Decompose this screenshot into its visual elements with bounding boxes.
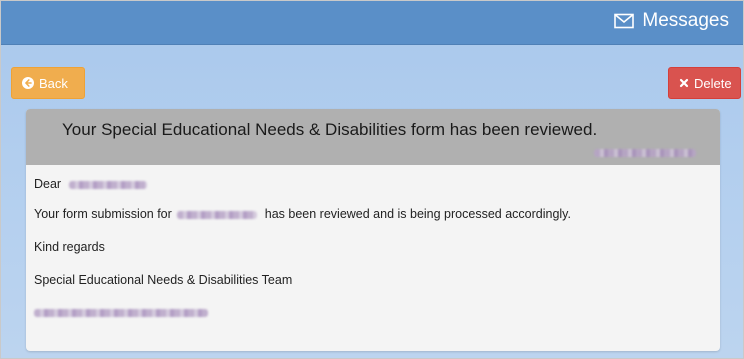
closing-line: Kind regards	[34, 240, 105, 254]
messages-title[interactable]: Messages	[614, 10, 729, 32]
greeting-text: Dear	[34, 177, 62, 191]
body-suffix-text: has been reviewed and is being processed…	[264, 207, 571, 221]
message-header: Your Special Educational Needs & Disabil…	[26, 109, 720, 165]
delete-button[interactable]: Delete	[668, 67, 741, 99]
message-subject: Your Special Educational Needs & Disabil…	[62, 120, 598, 139]
redacted-student-name	[177, 210, 258, 219]
delete-button-label: Delete	[694, 75, 732, 91]
back-button-label: Back	[39, 75, 68, 91]
redacted-recipient-name	[68, 180, 147, 189]
x-icon	[679, 78, 689, 88]
redacted-email-line	[34, 305, 208, 319]
back-button[interactable]: Back	[11, 67, 85, 99]
envelope-icon	[614, 13, 635, 29]
signature-text: Special Educational Needs & Disabilities…	[34, 273, 293, 287]
top-bar: Messages	[1, 1, 743, 45]
greeting-line: Dear	[34, 177, 147, 191]
redacted-email	[34, 308, 208, 317]
body-prefix-text: Your form submission for	[34, 207, 172, 221]
redacted-date	[594, 149, 696, 157]
message-card: Your Special Educational Needs & Disabil…	[26, 109, 720, 351]
body-line: Your form submission for has been review…	[34, 207, 571, 221]
signature-line: Special Educational Needs & Disabilities…	[34, 273, 292, 287]
arrow-left-circle-icon	[22, 77, 34, 89]
messages-title-label: Messages	[642, 10, 729, 31]
closing-text: Kind regards	[34, 240, 105, 254]
window-frame: Messages Back Delete Your Special Educat…	[0, 0, 744, 359]
